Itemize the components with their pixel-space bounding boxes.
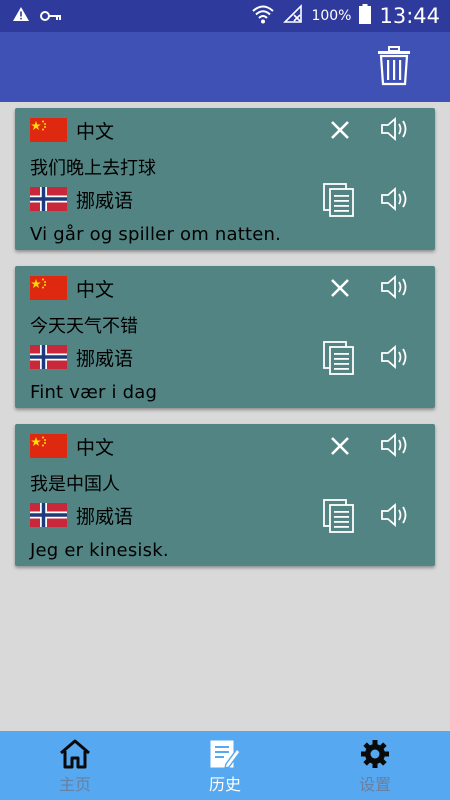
source-language: 中文 — [76, 278, 115, 301]
norway-flag-icon — [30, 345, 67, 369]
wifi-icon — [251, 3, 275, 29]
speaker-icon[interactable] — [377, 114, 413, 144]
china-flag-icon — [30, 118, 67, 142]
target-text: Fint vær i dag — [30, 382, 158, 403]
home-icon — [59, 739, 91, 773]
no-signal-icon — [283, 4, 303, 28]
key-icon — [40, 7, 62, 26]
copy-icon[interactable] — [321, 182, 357, 218]
nav-settings-label: 设置 — [358, 775, 391, 794]
close-icon[interactable] — [325, 432, 355, 460]
history-card: 中文 今天天气不错 挪威语 Fint vær i dag — [15, 266, 435, 408]
speaker-icon[interactable] — [377, 272, 413, 302]
target-language: 挪威语 — [76, 505, 134, 528]
china-flag-icon — [30, 434, 67, 458]
speaker-icon[interactable] — [377, 342, 413, 372]
gear-icon — [360, 739, 390, 773]
speaker-icon[interactable] — [377, 184, 413, 214]
copy-icon[interactable] — [321, 498, 357, 534]
bottom-navigation: 主页 历史 设置 — [0, 731, 450, 800]
norway-flag-icon — [30, 187, 67, 211]
battery-percent: 100% — [311, 8, 352, 24]
source-text: 我们晚上去打球 — [30, 158, 156, 179]
app-toolbar — [0, 32, 450, 102]
source-language: 中文 — [76, 120, 115, 143]
clock: 13:44 — [379, 4, 440, 28]
history-card: 中文 我是中国人 挪威语 Jeg er kinesisk. — [15, 424, 435, 566]
nav-home-label: 主页 — [58, 775, 91, 794]
trash-icon[interactable] — [376, 46, 412, 86]
source-text: 今天天气不错 — [30, 316, 138, 337]
close-icon[interactable] — [325, 116, 355, 144]
status-bar: 100% 13:44 — [0, 0, 450, 32]
battery-icon — [359, 4, 372, 28]
nav-settings[interactable]: 设置 — [300, 731, 450, 800]
close-icon[interactable] — [325, 274, 355, 302]
history-icon — [209, 739, 241, 775]
nav-home[interactable]: 主页 — [0, 731, 150, 800]
speaker-icon[interactable] — [377, 500, 413, 530]
history-card: 中文 我们晚上去打球 挪威语 Vi går og spiller om natt… — [15, 108, 435, 250]
warning-icon — [12, 6, 30, 26]
target-text: Vi går og spiller om natten. — [30, 224, 282, 245]
china-flag-icon — [30, 276, 67, 300]
target-text: Jeg er kinesisk. — [30, 540, 169, 561]
nav-history[interactable]: 历史 — [150, 731, 300, 800]
copy-icon[interactable] — [321, 340, 357, 376]
target-language: 挪威语 — [76, 189, 134, 212]
norway-flag-icon — [30, 503, 67, 527]
nav-history-label: 历史 — [208, 775, 241, 794]
target-language: 挪威语 — [76, 347, 134, 370]
speaker-icon[interactable] — [377, 430, 413, 460]
source-language: 中文 — [76, 436, 115, 459]
source-text: 我是中国人 — [30, 474, 120, 495]
